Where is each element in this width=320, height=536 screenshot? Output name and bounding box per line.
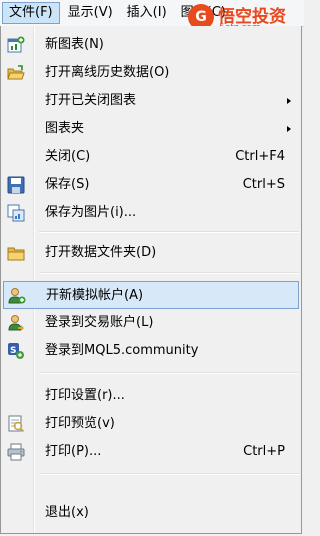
menu-item-new-chart[interactable]: 新图表(N) [3,31,299,59]
menu-item-label: 新图表(N) [45,37,104,52]
menu-item-label: 保存为图片(i)... [45,205,137,220]
menu-item-chart-folder[interactable]: 图表夹 [3,115,299,143]
menu-insert[interactable]: 插入(I) [121,2,173,24]
menu-separator [39,272,299,274]
menu-item-login-mql5[interactable]: S 登录到MQL5.community [3,337,299,365]
login-user-icon [7,314,25,332]
new-chart-icon [7,36,25,54]
menu-item-exit[interactable]: 退出(x) [3,499,299,527]
menu-item-label: 图表夹 [45,121,85,136]
menu-item-label: 保存(S) [45,177,90,192]
submenu-arrow-icon [287,126,291,132]
menu-item-shortcut: Ctrl+F4 [235,149,285,164]
menu-item-label: 开新模拟帐户(A) [46,288,144,303]
menu-item-print-setup[interactable]: 打印设置(r)... [3,382,299,410]
menu-item-label: 打开数据文件夹(D) [45,245,157,260]
menu-separator [39,372,299,374]
menu-separator [39,231,299,233]
menu-item-label: 登录到交易账户(L) [45,315,154,330]
menu-item-print-preview[interactable]: 打印预览(v) [3,410,299,438]
svg-text:S: S [10,346,16,356]
menu-item-label: 登录到MQL5.community [45,343,199,358]
menu-item-login-trade-account[interactable]: 登录到交易账户(L) [3,309,299,337]
menu-item-close[interactable]: 关闭(C) Ctrl+F4 [3,143,299,171]
menu-item-label: 关闭(C) [45,149,91,164]
menu-file[interactable]: 文件(F) [2,2,60,24]
print-preview-icon [7,415,25,433]
menu-item-open-closed-charts[interactable]: 打开已关闭图表 [3,87,299,115]
menu-item-print[interactable]: 打印(P)... Ctrl+P [3,438,299,466]
menu-item-open-data-folder[interactable]: 打开数据文件夹(D) [3,239,299,267]
menu-item-label: 退出(x) [45,505,89,520]
menu-separator [39,473,299,475]
printer-icon [7,443,25,461]
menu-item-open-offline[interactable]: 打开离线历史数据(O) [3,59,299,87]
menu-view[interactable]: 显示(V) [62,2,119,24]
menu-item-shortcut: Ctrl+P [243,444,285,459]
folder-icon [7,244,25,262]
menu-item-save-as-picture[interactable]: 保存为图片(i)... [3,199,299,227]
open-folder-icon [7,64,25,82]
mql5-icon: S [7,342,25,360]
menu-item-label: 打开离线历史数据(O) [45,65,170,80]
save-picture-icon [7,204,25,222]
save-icon [7,176,25,194]
menu-item-label: 打印设置(r)... [45,388,125,403]
add-user-icon [8,287,26,305]
file-menu-dropdown: 新图表(N) 打开离线历史数据(O) 打开已关闭图表 图表夹 关闭(C) Ctr… [0,26,302,534]
menu-item-save[interactable]: 保存(S) Ctrl+S [3,171,299,199]
menu-item-shortcut: Ctrl+S [242,177,285,192]
menu-item-label: 打印(P)... [45,444,102,459]
menu-item-label: 打开已关闭图表 [45,93,137,108]
menu-item-open-demo-account[interactable]: 开新模拟帐户(A) [3,281,299,309]
submenu-arrow-icon [287,98,291,104]
menu-item-label: 打印预览(v) [45,416,115,431]
